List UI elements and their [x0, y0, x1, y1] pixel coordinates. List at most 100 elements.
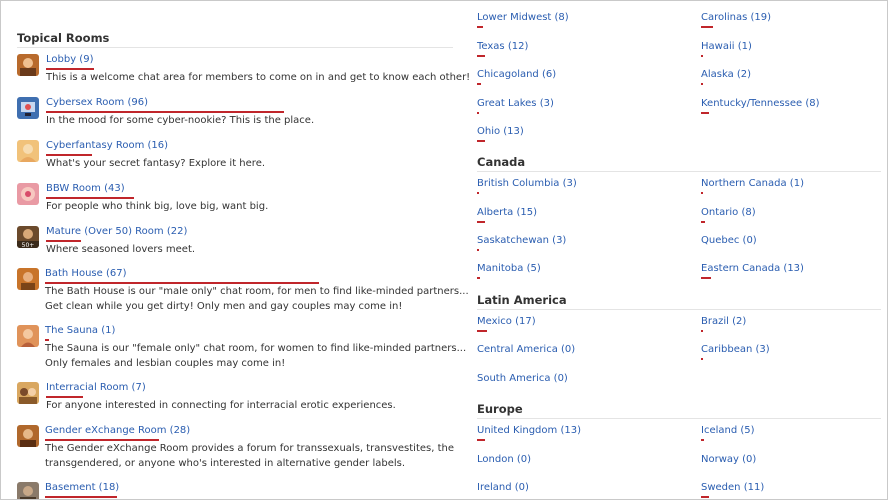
- region-activity-bar: [701, 358, 703, 360]
- room-avatar-bbw-icon[interactable]: [17, 183, 39, 205]
- room-link-sauna[interactable]: The Sauna (1): [45, 325, 115, 336]
- region-link[interactable]: Alaska (2): [701, 69, 751, 80]
- section-title-canada: Canada: [477, 155, 526, 169]
- region-link[interactable]: Lower Midwest (8): [477, 12, 569, 23]
- region-link[interactable]: Iceland (5): [701, 425, 755, 436]
- room-item-gender-exchange: Gender eXchange Room (28) The Gender eXc…: [17, 424, 454, 472]
- room-link-gender-exchange[interactable]: Gender eXchange Room (28): [45, 425, 190, 436]
- region-activity-bar: [701, 112, 709, 114]
- room-link-bath-house[interactable]: Bath House (67): [45, 268, 126, 279]
- region-link[interactable]: United Kingdom (13): [477, 425, 581, 436]
- room-avatar-cyberfantasy-icon[interactable]: [17, 140, 39, 162]
- room-link-bbw[interactable]: BBW Room (43): [46, 183, 125, 194]
- room-description: In the mood for some cyber-nookie? This …: [46, 115, 315, 126]
- region-link[interactable]: Caribbean (3): [701, 344, 770, 355]
- region-link[interactable]: Great Lakes (3): [477, 98, 554, 109]
- region-activity-bar: [701, 496, 709, 498]
- room-link-cybersex[interactable]: Cybersex Room (96): [46, 97, 148, 108]
- region-activity-bar: [477, 192, 479, 194]
- room-description-line-2: Only females and lesbian couples may com…: [45, 358, 286, 369]
- svg-text:50+: 50+: [22, 242, 35, 248]
- room-item-bbw: BBW Room (43) For people who think big, …: [17, 182, 453, 216]
- room-item-cyberfantasy: Cyberfantasy Room (16) What's your secre…: [17, 139, 453, 173]
- room-link-cyberfantasy[interactable]: Cyberfantasy Room (16): [46, 140, 168, 151]
- room-description-line-1: The Bath House is our "male only" chat r…: [45, 286, 469, 297]
- region-activity-bar: [701, 26, 713, 28]
- region-activity-bar: [477, 55, 485, 57]
- room-avatar-lobby-icon[interactable]: [17, 54, 39, 76]
- region-link[interactable]: Brazil (2): [701, 316, 746, 327]
- section-title-latin-america: Latin America: [477, 293, 567, 307]
- room-description: For people who think big, love big, want…: [46, 201, 269, 212]
- section-divider: [477, 309, 881, 310]
- room-link-mature[interactable]: Mature (Over 50) Room (22): [46, 226, 187, 237]
- room-activity-bar: [45, 496, 117, 498]
- region-link[interactable]: Mexico (17): [477, 316, 536, 327]
- region-link[interactable]: Texas (12): [477, 41, 528, 52]
- region-link[interactable]: Manitoba (5): [477, 263, 541, 274]
- region-activity-bar: [701, 192, 703, 194]
- region-link[interactable]: Alberta (15): [477, 207, 537, 218]
- room-link-basement[interactable]: Basement (18): [45, 482, 119, 493]
- room-avatar-bath-house-icon[interactable]: [17, 268, 39, 290]
- section-divider: [477, 171, 881, 172]
- room-avatar-mature-icon[interactable]: 50+: [17, 226, 39, 248]
- room-directory-panel: Topical Rooms Lobby (9) This is a welcom…: [0, 0, 888, 500]
- section-title-europe: Europe: [477, 402, 523, 416]
- room-avatar-basement-icon[interactable]: [17, 482, 39, 499]
- room-description: Where seasoned lovers meet.: [46, 244, 196, 255]
- room-item-lobby: Lobby (9) This is a welcome chat area fo…: [17, 53, 471, 87]
- region-link[interactable]: Sweden (11): [701, 482, 764, 493]
- topical-rooms-section: Topical Rooms Lobby (9) This is a welcom…: [17, 1, 471, 499]
- region-link[interactable]: Eastern Canada (13): [701, 263, 804, 274]
- room-description: This is a welcome chat area for members …: [46, 72, 471, 83]
- room-description-line-2: Get clean while you get dirty! Only men …: [45, 301, 403, 312]
- region-link[interactable]: Quebec (0): [701, 235, 757, 246]
- room-item-basement: Basement (18): [17, 481, 453, 499]
- room-item-bath-house: Bath House (67) The Bath House is our "m…: [17, 267, 469, 315]
- region-activity-bar: [477, 330, 487, 332]
- region-activity-bar: [477, 26, 483, 28]
- region-link[interactable]: Central America (0): [477, 344, 575, 355]
- region-link[interactable]: Hawaii (1): [701, 41, 752, 52]
- region-activity-bar: [477, 221, 485, 223]
- room-description-line-1: The Gender eXchange Room provides a foru…: [45, 443, 454, 454]
- room-avatar-interracial-icon[interactable]: [17, 382, 39, 404]
- region-link[interactable]: Northern Canada (1): [701, 178, 804, 189]
- region-activity-bar: [701, 330, 703, 332]
- region-activity-bar: [701, 83, 703, 85]
- region-activity-bar: [477, 439, 485, 441]
- room-item-interracial: Interracial Room (7) For anyone interest…: [17, 381, 453, 415]
- region-link[interactable]: Ohio (13): [477, 126, 524, 137]
- room-description: For anyone interested in connecting for …: [46, 400, 396, 411]
- region-link[interactable]: British Columbia (3): [477, 178, 577, 189]
- section-divider: [477, 418, 881, 419]
- room-description-line-2: transgendered, or anyone who's intereste…: [45, 458, 406, 469]
- region-link[interactable]: Kentucky/Tennessee (8): [701, 98, 820, 109]
- room-item-sauna: The Sauna (1) The Sauna is our "female o…: [17, 324, 466, 372]
- region-link[interactable]: Ireland (0): [477, 482, 529, 493]
- room-link-lobby[interactable]: Lobby (9): [46, 54, 93, 65]
- region-activity-bar: [477, 277, 480, 279]
- room-link-interracial[interactable]: Interracial Room (7): [46, 382, 146, 393]
- section-divider: [17, 47, 453, 48]
- region-link[interactable]: Saskatchewan (3): [477, 235, 566, 246]
- room-avatar-sauna-icon[interactable]: [17, 325, 39, 347]
- region-activity-bar: [701, 277, 711, 279]
- region-activity-bar: [477, 140, 485, 142]
- room-description: What's your secret fantasy? Explore it h…: [46, 158, 266, 169]
- region-activity-bar: [477, 112, 479, 114]
- region-activity-bar: [701, 55, 703, 57]
- room-item-mature: 50+ Mature (Over 50) Room (22) Where sea…: [17, 225, 453, 259]
- region-activity-bar: [701, 439, 704, 441]
- room-item-cybersex: Cybersex Room (96) In the mood for some …: [17, 96, 453, 130]
- region-link[interactable]: Norway (0): [701, 454, 756, 465]
- region-activity-bar: [701, 221, 705, 223]
- region-link[interactable]: Ontario (8): [701, 207, 756, 218]
- region-link[interactable]: Chicagoland (6): [477, 69, 556, 80]
- region-link[interactable]: South America (0): [477, 373, 568, 384]
- region-link[interactable]: Carolinas (19): [701, 12, 771, 23]
- room-avatar-gender-exchange-icon[interactable]: [17, 425, 39, 447]
- region-link[interactable]: London (0): [477, 454, 531, 465]
- room-avatar-cybersex-icon[interactable]: [17, 97, 39, 119]
